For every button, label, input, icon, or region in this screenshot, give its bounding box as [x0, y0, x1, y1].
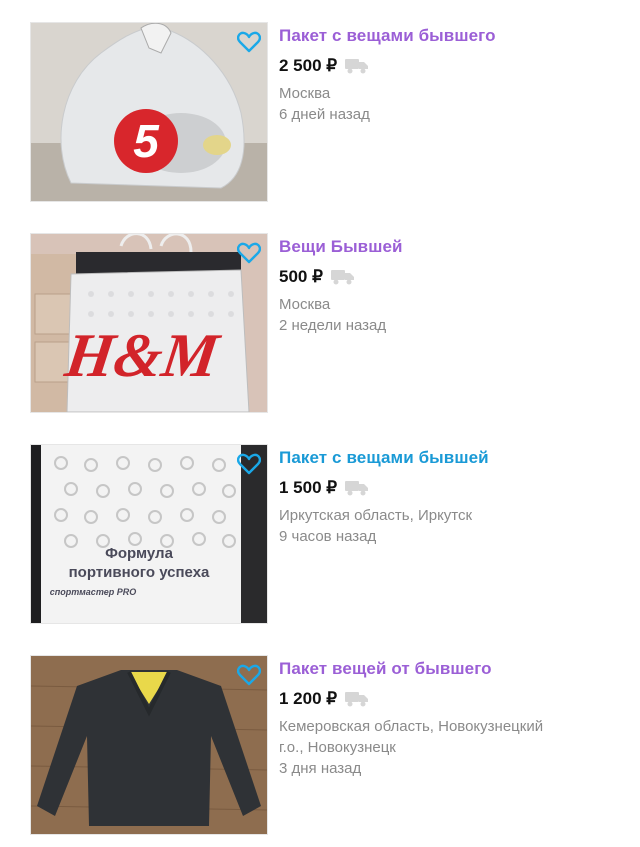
bag-logo-text: H&M	[60, 321, 225, 390]
favorite-heart-icon[interactable]	[237, 31, 261, 53]
listing-photo-bag-hm[interactable]: H&M	[30, 233, 268, 413]
favorite-heart-icon[interactable]	[237, 453, 261, 475]
truck-icon	[345, 481, 369, 496]
listing-time: 9 часов назад	[279, 528, 377, 545]
listing-title-link[interactable]: Пакет с вещами бывшего	[279, 25, 619, 47]
listing-location: Иркутская область, Иркутск	[279, 507, 473, 524]
listing-time: 6 дней назад	[279, 106, 370, 123]
listing-time: 2 недели назад	[279, 317, 387, 334]
listing-location: Москва	[279, 296, 331, 313]
listing-card[interactable]: H&M Вещи Бывшей 500 ₽ Москва 2 недели на…	[0, 233, 640, 423]
listing-time: 3 дня назад	[279, 760, 362, 777]
truck-icon	[345, 59, 369, 74]
listing-title-link[interactable]: Вещи Бывшей	[279, 236, 619, 258]
listing-photo-sweater[interactable]	[30, 655, 268, 835]
favorite-heart-icon[interactable]	[237, 242, 261, 264]
truck-icon	[330, 270, 354, 285]
listing-card[interactable]: Формула портивного успеха спортмастер PR…	[0, 444, 640, 634]
listing-location: Кемеровская область, Новокузнецкий г.о.,…	[279, 718, 544, 756]
bag-slogan-line1: Формула	[105, 545, 174, 562]
bag-slogan-line2: портивного успеха	[69, 564, 210, 581]
listing-card[interactable]: 5 Пакет с вещами бывшего 2 500 ₽ Москва …	[0, 22, 640, 212]
truck-icon	[345, 692, 369, 707]
bag-brand-text: спортмастер PRO	[50, 587, 136, 597]
listing-price: 2 500 ₽	[279, 56, 338, 75]
listing-location: Москва	[279, 85, 331, 102]
listing-price: 1 200 ₽	[279, 689, 338, 708]
listing-price: 500 ₽	[279, 267, 323, 286]
favorite-heart-icon[interactable]	[237, 664, 261, 686]
listing-card[interactable]: Пакет вещей от бывшего 1 200 ₽ Кемеровск…	[0, 655, 640, 845]
listing-title-link[interactable]: Пакет вещей от бывшего	[279, 658, 619, 680]
listing-price: 1 500 ₽	[279, 478, 338, 497]
listing-photo-bag-pyaterochka[interactable]: 5	[30, 22, 268, 202]
listing-photo-bag-sportmaster[interactable]: Формула портивного успеха спортмастер PR…	[30, 444, 268, 624]
bag-logo-text: 5	[133, 115, 160, 167]
listing-title-link[interactable]: Пакет с вещами бывшей	[279, 447, 619, 469]
